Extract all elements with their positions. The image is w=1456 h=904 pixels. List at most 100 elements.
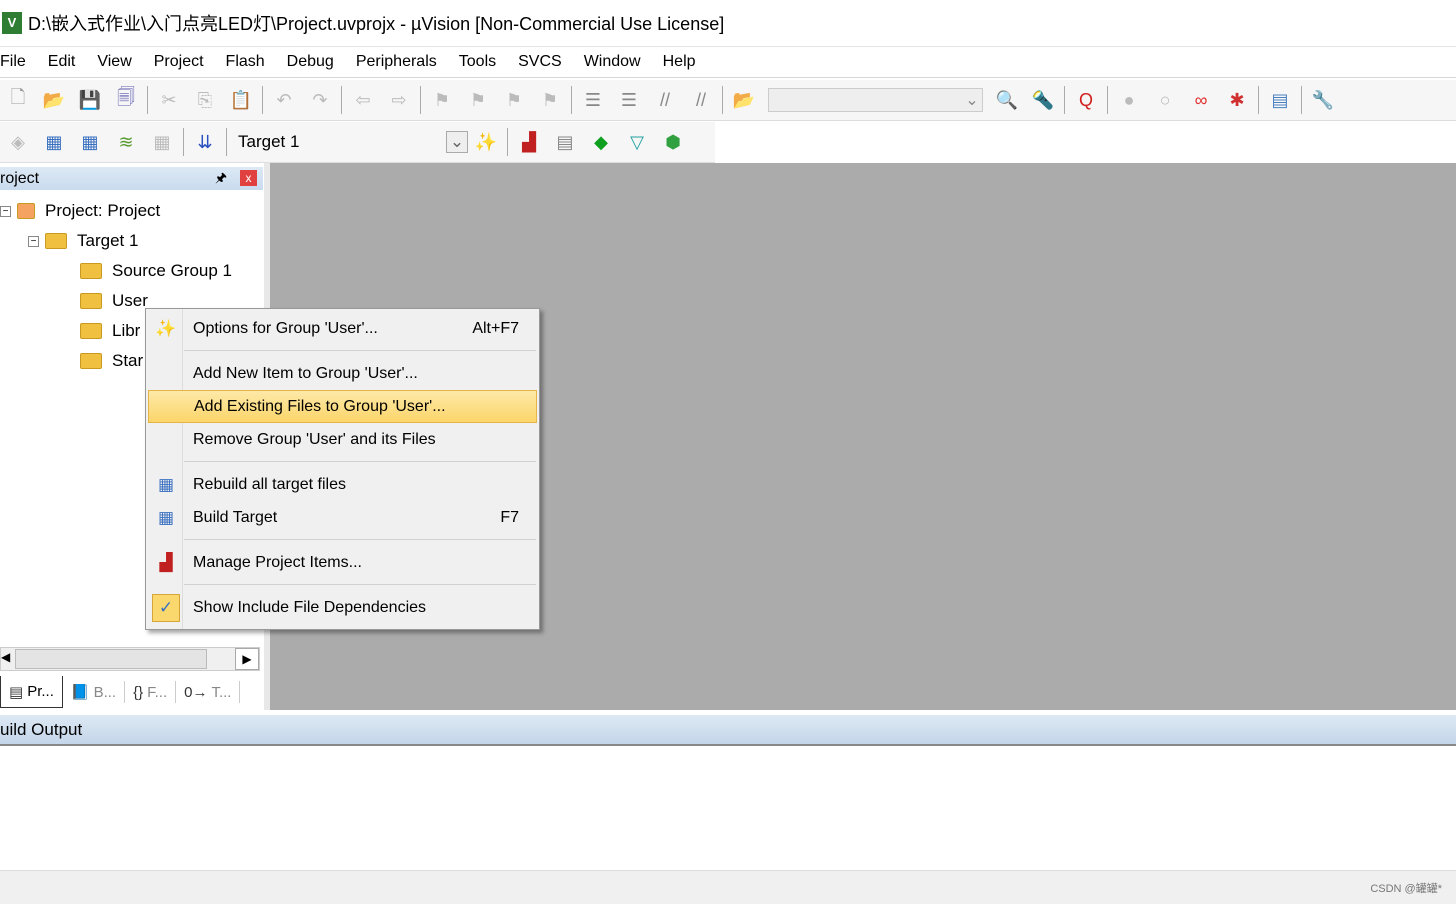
open-folder-button[interactable]: 📂 <box>36 85 72 115</box>
save-button[interactable]: 💾 <box>72 85 108 115</box>
pin-icon[interactable]: 🖈 <box>215 169 227 191</box>
navigate-forward-button[interactable]: ⇨ <box>381 85 417 115</box>
scroll-left-icon[interactable]: ◀ <box>1 650 10 664</box>
status-bar: CSDN @罐罐* <box>0 870 1456 904</box>
comment-icon: // <box>659 89 670 110</box>
tree-item-label: Project: Project <box>45 201 161 220</box>
stop-build-button[interactable]: ▦ <box>144 127 180 157</box>
context-menu-item[interactable]: ✨ Options for Group 'User'... Alt+F7 <box>148 312 537 345</box>
breakpoint-button[interactable]: ● <box>1111 85 1147 115</box>
context-menu-item[interactable]: Add Existing Files to Group 'User'... <box>148 390 537 423</box>
collapse-icon[interactable]: − <box>28 235 39 247</box>
cut-button[interactable]: ✂ <box>151 85 187 115</box>
manage-rte-button[interactable]: ◆ <box>583 127 619 157</box>
rebuild-button[interactable]: ▦ <box>72 127 108 157</box>
context-menu-item[interactable]: ▦ Build Target F7 <box>148 501 537 534</box>
download-load-button[interactable]: ⇊ <box>187 127 223 157</box>
panel-tab-functions[interactable]: {} F... <box>125 681 177 703</box>
menu-item-label: Options for Group 'User'... <box>193 319 378 337</box>
find-button[interactable]: 🔍 <box>989 85 1025 115</box>
find-in-files-button[interactable]: 📂 <box>726 85 762 115</box>
tree-item-folder[interactable]: Source Group 1 <box>80 257 232 285</box>
toolbar-separator <box>507 128 508 156</box>
menu-edit[interactable]: Edit <box>37 53 87 71</box>
navigate-back-button[interactable]: ⇦ <box>345 85 381 115</box>
scroll-thumb[interactable] <box>15 649 207 669</box>
menu-file[interactable]: File <box>0 53 37 71</box>
save-icon: 💾 <box>78 89 102 110</box>
undo-button[interactable]: ↶ <box>266 85 302 115</box>
scroll-right-icon[interactable]: ▶ <box>235 648 259 670</box>
menu-help[interactable]: Help <box>652 53 707 71</box>
context-menu-item[interactable]: ▦ Rebuild all target files <box>148 468 537 501</box>
chevron-down-icon[interactable]: ⌄ <box>962 90 982 110</box>
paste-button[interactable]: 📋 <box>223 85 259 115</box>
build-output-content[interactable] <box>0 748 1456 870</box>
indent-button[interactable]: ☰ <box>575 85 611 115</box>
unindent-button[interactable]: ☰ <box>611 85 647 115</box>
build-button[interactable]: ▦ <box>36 127 72 157</box>
window-layout-button[interactable]: ▤ <box>1262 85 1298 115</box>
close-icon[interactable]: x <box>240 170 257 186</box>
redo-icon: ↷ <box>312 89 328 110</box>
chevron-down-icon[interactable]: ⌄ <box>446 131 468 153</box>
comment-button[interactable]: // <box>647 85 683 115</box>
new-file-button[interactable]: 🗋 <box>0 85 36 115</box>
toolbar-separator <box>1064 86 1065 114</box>
horizontal-scrollbar[interactable]: ◀ ▶ <box>0 647 260 671</box>
tree-item-target[interactable]: − Target 1 <box>28 227 138 255</box>
folder-folder-icon <box>80 263 102 279</box>
context-menu-item[interactable]: ▟ Manage Project Items... <box>148 546 537 579</box>
redo-button[interactable]: ↷ <box>302 85 338 115</box>
copy-button[interactable]: ⎘ <box>187 85 223 115</box>
menu-window[interactable]: Window <box>573 53 652 71</box>
next-bookmark-button[interactable]: ⚑ <box>496 85 532 115</box>
select-packs-icon: ▤ <box>556 131 574 152</box>
kill-breakpoints-button[interactable]: ✱ <box>1219 85 1255 115</box>
select-packs-button[interactable]: ▤ <box>547 127 583 157</box>
context-menu-item[interactable]: ✓ Show Include File Dependencies <box>148 591 537 624</box>
configure-button[interactable]: 🔧 <box>1305 85 1341 115</box>
prev-bookmark-button[interactable]: ⚑ <box>460 85 496 115</box>
save-all-icon: 🗐 <box>117 87 135 107</box>
project-panel-tabs: ▤ Pr... 📘 B...{} F... 0→ T... <box>0 676 263 708</box>
context-menu-item[interactable]: Remove Group 'User' and its Files <box>148 423 537 456</box>
batch-build-button[interactable]: ≋ <box>108 127 144 157</box>
menu-project[interactable]: Project <box>143 53 215 71</box>
menu-view[interactable]: View <box>86 53 142 71</box>
context-menu-item[interactable]: Add New Item to Group 'User'... <box>148 357 537 390</box>
incremental-find-button[interactable]: 🔦 <box>1025 85 1061 115</box>
build-output-header: uild Output <box>0 715 1456 746</box>
find-combo[interactable]: ⌄ <box>768 88 983 112</box>
collapse-icon[interactable]: − <box>0 205 11 217</box>
panel-tab-project[interactable]: ▤ Pr... <box>0 676 63 708</box>
menu-flash[interactable]: Flash <box>215 53 276 71</box>
menu-debug[interactable]: Debug <box>276 53 345 71</box>
target-options-button[interactable]: ✨ <box>468 127 504 157</box>
pack-installer-button[interactable]: ▽ <box>619 127 655 157</box>
save-all-button[interactable]: 🗐 <box>108 85 144 115</box>
panel-tab-templates[interactable]: 0→ T... <box>176 681 241 703</box>
manage-project-items-button[interactable]: ▟ <box>511 127 547 157</box>
toolbar-separator <box>722 86 723 114</box>
clear-bookmarks-button[interactable]: ⚑ <box>532 85 568 115</box>
tab-label: Pr... <box>27 683 54 700</box>
software-packs-button[interactable]: ⬢ <box>655 127 691 157</box>
uncomment-button[interactable]: // <box>683 85 719 115</box>
bookmark-button[interactable]: ⚑ <box>424 85 460 115</box>
tree-item-project[interactable]: − Project: Project <box>0 197 160 225</box>
disable-breakpoint-button[interactable]: ○ <box>1147 85 1183 115</box>
tree-item-folder[interactable]: Libr <box>80 317 140 345</box>
debug-session-icon: Q <box>1078 89 1093 110</box>
menu-svcs[interactable]: SVCS <box>507 53 573 71</box>
target-select[interactable]: Target 1 ⌄ <box>238 130 468 154</box>
disable-all-breakpoints-button[interactable]: ∞ <box>1183 85 1219 115</box>
menu-peripherals[interactable]: Peripherals <box>345 53 448 71</box>
tree-item-label: User <box>112 291 148 310</box>
panel-tab-books[interactable]: 📘 B... <box>63 681 126 703</box>
debug-session-button[interactable]: Q <box>1068 85 1104 115</box>
translate-button[interactable]: ◈ <box>0 127 36 157</box>
tree-item-folder[interactable]: Star <box>80 347 143 375</box>
menu-tools[interactable]: Tools <box>448 53 507 71</box>
tree-item-folder[interactable]: User <box>80 287 148 315</box>
